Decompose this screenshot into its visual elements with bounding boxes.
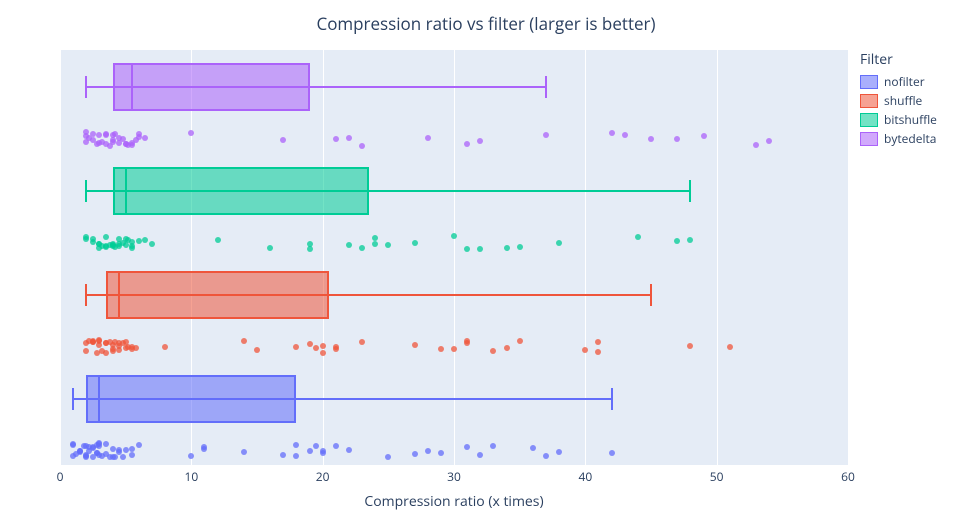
legend-label: nofilter — [884, 73, 925, 90]
legend-title: Filter — [860, 50, 970, 69]
legend-label: shuffle — [884, 92, 922, 109]
scatter-bytedelta[interactable] — [60, 139, 848, 159]
x-axis-title: Compression ratio (x times) — [60, 492, 848, 511]
legend-swatch — [860, 113, 878, 127]
legend-item-nofilter[interactable]: nofilter — [860, 73, 970, 90]
legend-label: bitshuffle — [884, 111, 937, 128]
legend-item-shuffle[interactable]: shuffle — [860, 92, 970, 109]
box-plot-chart: Compression ratio vs filter (larger is b… — [0, 0, 972, 525]
x-axis-ticks: 0102030405060 — [60, 468, 848, 488]
legend-swatch — [860, 94, 878, 108]
legend-swatch — [860, 132, 878, 146]
legend-swatch — [860, 75, 878, 89]
scatter-shuffle[interactable] — [60, 347, 848, 367]
plot-area[interactable] — [60, 50, 848, 465]
scatter-bitshuffle[interactable] — [60, 243, 848, 263]
x-tick-label: 0 — [57, 468, 64, 485]
x-tick-label: 10 — [184, 468, 198, 485]
x-tick-label: 40 — [578, 468, 592, 485]
chart-title: Compression ratio vs filter (larger is b… — [0, 12, 972, 35]
x-tick-label: 20 — [316, 468, 330, 485]
legend-label: bytedelta — [884, 130, 936, 147]
x-tick-label: 50 — [710, 468, 724, 485]
x-tick-label: 30 — [447, 468, 461, 485]
x-tick-label: 60 — [841, 468, 855, 485]
legend: Filter nofilter shuffle bitshuffle bytedelt… — [860, 50, 970, 149]
legend-item-bitshuffle[interactable]: bitshuffle — [860, 111, 970, 128]
legend-item-bytedelta[interactable]: bytedelta — [860, 130, 970, 147]
